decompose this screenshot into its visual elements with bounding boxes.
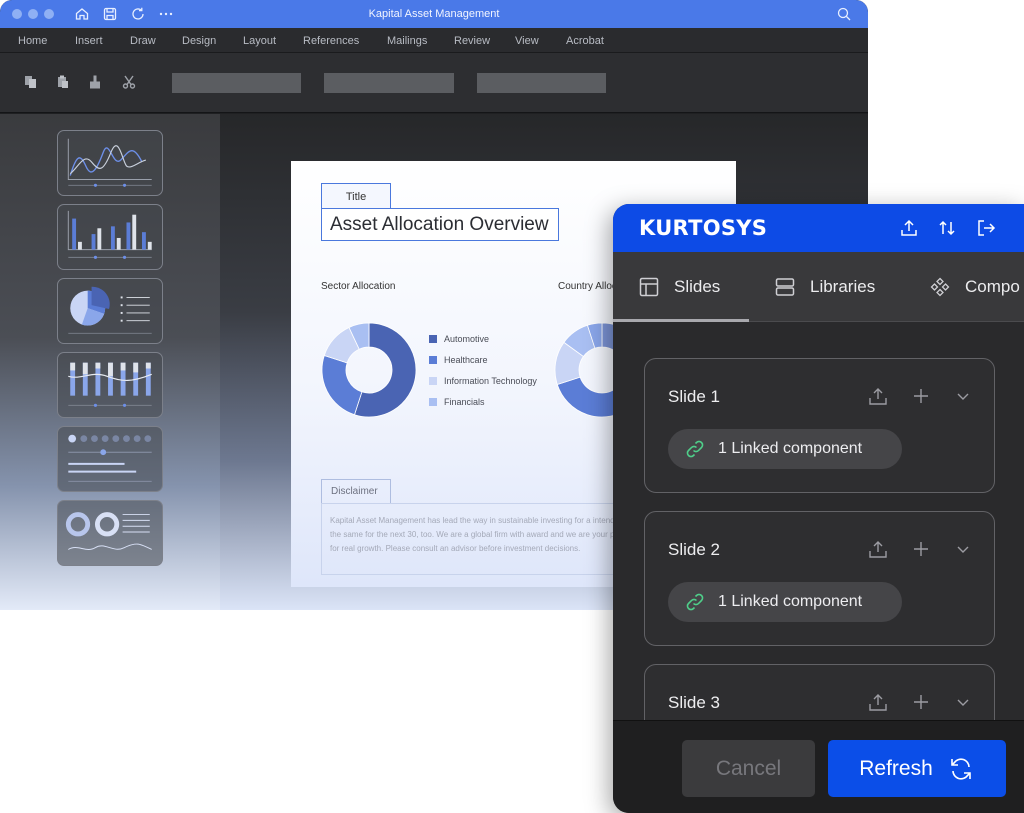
font-size-field[interactable] <box>324 73 454 93</box>
menu-bar: Home Insert Draw Design Layout Reference… <box>0 28 868 53</box>
legend-label: Information Technology <box>444 376 537 386</box>
slide-card-title: Slide 3 <box>668 693 720 712</box>
tab-slides[interactable]: Slides <box>638 252 720 322</box>
slide-card-title: Slide 1 <box>668 387 720 406</box>
country-chart-title: Country Allocation <box>558 281 618 292</box>
link-icon <box>685 592 705 612</box>
menu-references[interactable]: References <box>303 35 359 47</box>
sort-icon[interactable] <box>937 218 957 238</box>
upload-icon[interactable] <box>867 538 889 560</box>
thumbnail-dots-layout[interactable] <box>57 426 163 492</box>
chevron-down-icon[interactable] <box>952 538 974 560</box>
legend-label: Automotive <box>444 334 490 344</box>
kurtosys-panel: KURTOSYS Slides Libraries Compo Slide 1 … <box>613 204 1024 813</box>
tab-components[interactable]: Compo <box>929 252 1020 322</box>
slide-card[interactable]: Slide 2 1 Linked component <box>644 511 995 646</box>
libraries-icon <box>774 276 796 298</box>
upload-icon[interactable] <box>867 385 889 407</box>
panel-header: KURTOSYS <box>613 204 1024 252</box>
paste-icon[interactable] <box>55 74 71 90</box>
title-bar: Kapital Asset Management <box>0 0 868 28</box>
plus-icon[interactable] <box>910 385 932 407</box>
panel-tabs: Slides Libraries Compo <box>613 252 1024 322</box>
legend-swatch <box>429 335 437 343</box>
slide-title[interactable]: Asset Allocation Overview <box>321 208 559 241</box>
thumbnail-bar-chart[interactable] <box>57 204 163 270</box>
slide-thumbnails-pane <box>0 114 220 610</box>
tab-libraries[interactable]: Libraries <box>774 252 875 322</box>
legend-item: Automotive <box>429 334 489 344</box>
menu-design[interactable]: Design <box>182 35 216 47</box>
title-placeholder-tab: Title <box>321 183 391 209</box>
panel-footer: Cancel Refresh <box>613 720 1024 813</box>
window-title: Kapital Asset Management <box>368 8 500 20</box>
upload-icon[interactable] <box>899 218 919 238</box>
plus-icon[interactable] <box>910 691 932 713</box>
sector-chart-title: Sector Allocation <box>321 281 396 292</box>
legend-item: Information Technology <box>429 376 537 386</box>
slides-list[interactable]: Slide 1 1 Linked component Slide 2 1 Lin… <box>613 322 1024 720</box>
refresh-label: Refresh <box>859 756 933 780</box>
menu-mailings[interactable]: Mailings <box>387 35 427 47</box>
ribbon-toolbar <box>0 53 868 113</box>
slide-card-title: Slide 2 <box>668 540 720 559</box>
legend-swatch <box>429 377 437 385</box>
tab-label: Compo <box>965 277 1020 296</box>
legend-item: Healthcare <box>429 355 488 365</box>
slide-card[interactable]: Slide 3 <box>644 664 995 720</box>
menu-acrobat[interactable]: Acrobat <box>566 35 604 47</box>
tab-label: Libraries <box>810 277 876 296</box>
thumbnail-stacked-bar-chart[interactable] <box>57 352 163 418</box>
menu-home[interactable]: Home <box>18 35 47 47</box>
legend-label: Financials <box>444 397 485 407</box>
menu-insert[interactable]: Insert <box>75 35 103 47</box>
logout-icon[interactable] <box>976 218 996 238</box>
kurtosys-logo: KURTOSYS <box>639 216 768 240</box>
layout-icon <box>638 276 660 298</box>
legend-swatch <box>429 356 437 364</box>
disclaimer-text[interactable]: Kapital Asset Management has lead the wa… <box>321 503 651 575</box>
disclaimer-tab: Disclaimer <box>321 479 391 504</box>
thumbnail-donut-layout[interactable] <box>57 500 163 566</box>
slide-card[interactable]: Slide 1 1 Linked component <box>644 358 995 493</box>
style-field[interactable] <box>477 73 606 93</box>
cancel-label: Cancel <box>715 756 782 780</box>
copy-icon[interactable] <box>23 74 39 90</box>
cancel-button[interactable]: Cancel <box>682 740 815 797</box>
components-icon <box>929 276 951 298</box>
thumbnail-pie-chart[interactable] <box>57 278 163 344</box>
legend-item: Financials <box>429 397 485 407</box>
search-icon[interactable] <box>836 6 852 22</box>
linked-component-chip[interactable]: 1 Linked component <box>668 429 902 469</box>
chevron-down-icon[interactable] <box>952 385 974 407</box>
plus-icon[interactable] <box>910 538 932 560</box>
refresh-icon <box>947 755 975 783</box>
format-painter-icon[interactable] <box>87 74 103 90</box>
menu-review[interactable]: Review <box>454 35 490 47</box>
sector-donut-chart <box>321 322 417 418</box>
link-icon <box>685 439 705 459</box>
font-family-field[interactable] <box>172 73 301 93</box>
refresh-button[interactable]: Refresh <box>828 740 1006 797</box>
cut-icon[interactable] <box>121 74 137 90</box>
upload-icon[interactable] <box>867 691 889 713</box>
chevron-down-icon[interactable] <box>952 691 974 713</box>
donut-slice <box>321 354 363 416</box>
menu-draw[interactable]: Draw <box>130 35 156 47</box>
menu-view[interactable]: View <box>515 35 539 47</box>
menu-layout[interactable]: Layout <box>243 35 276 47</box>
linked-component-label: 1 Linked component <box>718 440 863 457</box>
legend-swatch <box>429 398 437 406</box>
tab-label: Slides <box>674 277 721 296</box>
legend-label: Healthcare <box>444 355 488 365</box>
linked-component-chip[interactable]: 1 Linked component <box>668 582 902 622</box>
linked-component-label: 1 Linked component <box>718 593 863 610</box>
thumbnail-line-chart[interactable] <box>57 130 163 196</box>
